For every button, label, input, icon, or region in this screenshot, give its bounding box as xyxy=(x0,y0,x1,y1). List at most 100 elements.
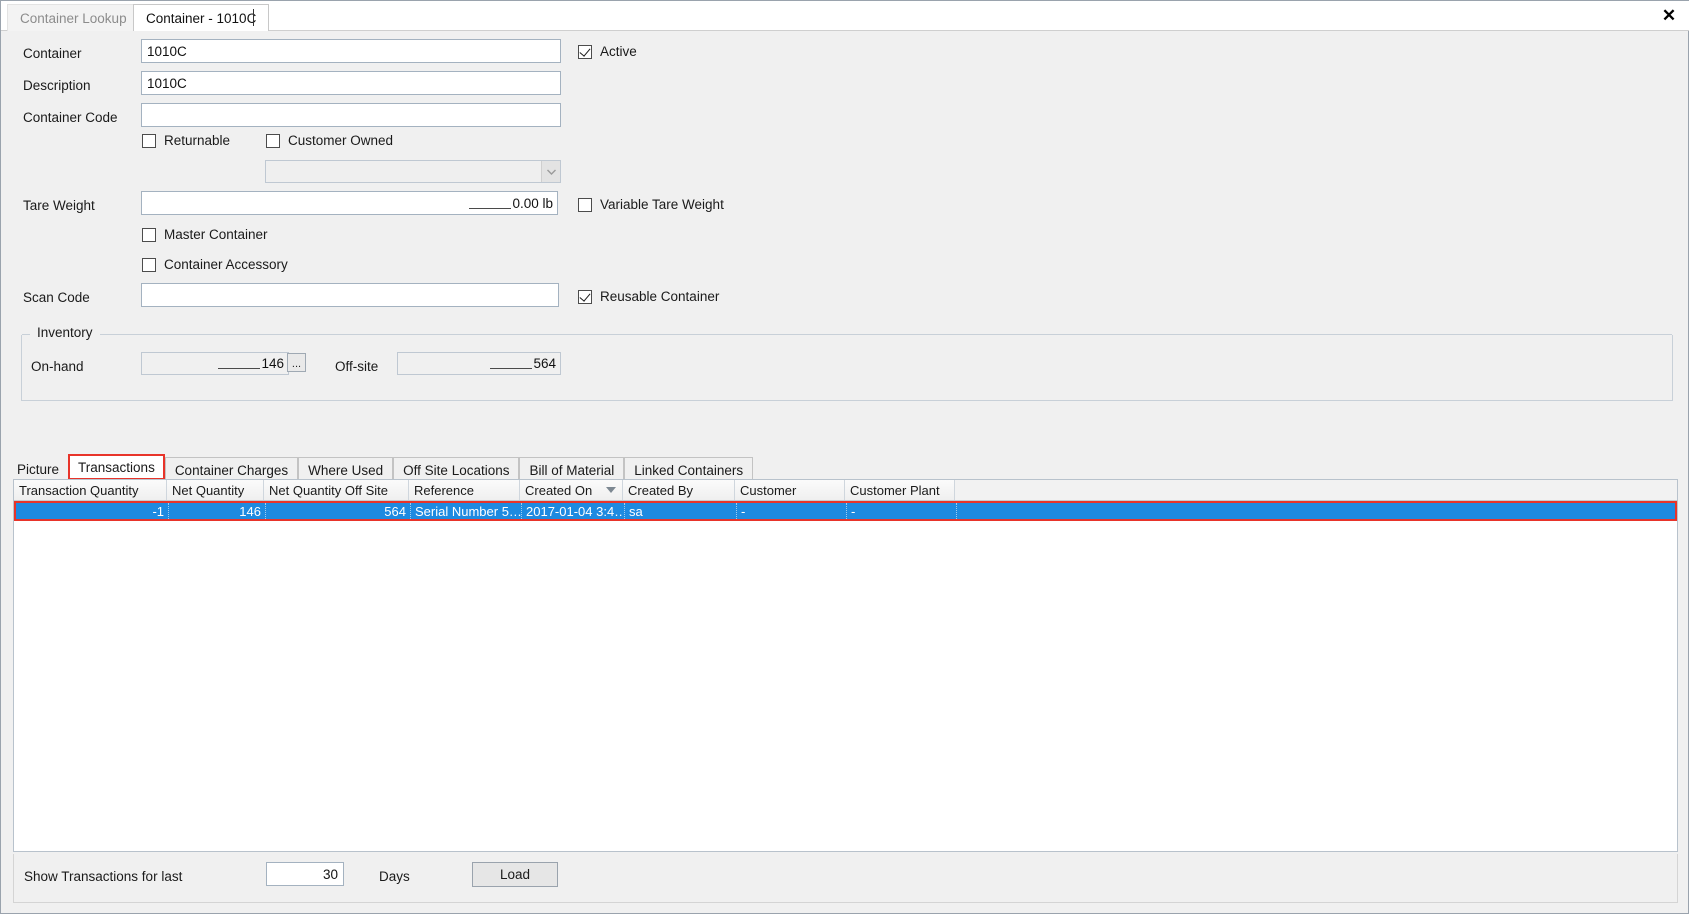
days-label: Days xyxy=(379,869,410,884)
detail-tab-label: Picture xyxy=(17,462,60,477)
grid-header-label: Customer Plant xyxy=(850,482,940,498)
off-site-number: 564 xyxy=(533,356,556,371)
tare-weight-label: Tare Weight xyxy=(23,198,95,213)
reusable-container-checkbox[interactable]: Reusable Container xyxy=(578,289,719,304)
table-cell-created-by: sa xyxy=(625,503,737,519)
container-accessory-checkbox-label: Container Accessory xyxy=(164,257,288,272)
value-underline xyxy=(490,358,533,369)
container-label: Container xyxy=(23,46,82,61)
detail-tab-linked-containers[interactable]: Linked Containers xyxy=(624,457,754,480)
detail-tab-label: Transactions xyxy=(78,459,155,475)
scan-code-input[interactable] xyxy=(141,283,559,307)
returnable-checkbox[interactable]: Returnable xyxy=(142,133,230,148)
show-transactions-label: Show Transactions for last xyxy=(24,869,183,884)
detail-tab-label: Bill of Material xyxy=(529,462,615,478)
value-underline xyxy=(469,198,512,209)
on-hand-browse-button[interactable]: ... xyxy=(287,353,306,372)
detail-tab-where-used[interactable]: Where Used xyxy=(298,457,394,480)
checkbox-box xyxy=(266,133,280,148)
off-site-label: Off-site xyxy=(335,359,379,374)
detail-tab-label: Where Used xyxy=(308,462,384,478)
transactions-grid[interactable]: Transaction Quantity Net Quantity Net Quan… xyxy=(13,479,1678,852)
chevron-down-icon xyxy=(541,161,560,182)
reusable-container-checkbox-label: Reusable Container xyxy=(600,289,720,304)
table-cell-transaction-quantity: -1 xyxy=(16,503,169,519)
detail-tab-bar: Picture Transactions Container Charges Wher… xyxy=(13,454,1678,480)
master-container-checkbox-label: Master Container xyxy=(164,227,268,242)
detail-tab-container-charges[interactable]: Container Charges xyxy=(164,457,299,480)
tare-weight-value: 0.00 lb xyxy=(512,195,553,211)
transactions-footer: Show Transactions for last Days Load xyxy=(13,854,1678,903)
container-code-label: Container Code xyxy=(23,110,118,125)
customer-owner-dropdown[interactable] xyxy=(265,160,561,183)
returnable-checkbox-label: Returnable xyxy=(164,133,231,148)
document-tab-container-1010c[interactable]: Container - 1010C xyxy=(133,4,270,31)
master-container-checkbox[interactable]: Master Container xyxy=(142,227,268,242)
days-input[interactable] xyxy=(266,862,344,886)
customer-owned-checkbox-label: Customer Owned xyxy=(288,133,394,148)
scan-code-label: Scan Code xyxy=(23,290,90,305)
transactions-grid-body: -1 146 564 Serial Number 5… 2017-01-04 3:4… s… xyxy=(14,501,1677,521)
grid-header-created-by[interactable]: Created By xyxy=(623,480,735,500)
customer-owned-checkbox[interactable]: Customer Owned xyxy=(266,133,393,148)
table-cell-net-quantity: 146 xyxy=(169,503,266,519)
detail-tab-transactions[interactable]: Transactions xyxy=(68,454,165,480)
text-caret xyxy=(253,9,254,26)
table-row[interactable]: -1 146 564 Serial Number 5… 2017-01-04 3:4… s… xyxy=(14,501,1677,521)
grid-header-created-on[interactable]: Created On xyxy=(520,480,623,500)
table-cell-net-quantity-off-site: 564 xyxy=(266,503,411,519)
load-button[interactable]: Load xyxy=(472,862,558,887)
sort-descending-icon xyxy=(606,487,616,493)
checkbox-box xyxy=(578,44,592,59)
detail-tab-bill-of-material[interactable]: Bill of Material xyxy=(519,457,625,480)
grid-header-label: Net Quantity Off Site xyxy=(269,482,388,498)
customer-owner-dropdown-value xyxy=(266,161,541,182)
grid-header-net-quantity[interactable]: Net Quantity xyxy=(167,480,264,500)
tare-weight-input[interactable]: 0.00 lb xyxy=(141,191,558,215)
active-checkbox[interactable]: Active xyxy=(578,44,637,59)
grid-header-label: Net Quantity xyxy=(172,482,245,498)
on-hand-value: 146 xyxy=(141,352,289,375)
table-cell-created-on: 2017-01-04 3:4… xyxy=(522,503,625,519)
checkbox-box xyxy=(578,289,592,304)
document-tab-strip: Container Lookup Container - 1010C ✕ xyxy=(1,1,1689,31)
container-maintenance-window: Container Lookup Container - 1010C ✕ Con… xyxy=(0,0,1689,914)
off-site-value: 564 xyxy=(397,352,561,375)
close-icon[interactable]: ✕ xyxy=(1654,3,1684,29)
on-hand-number: 146 xyxy=(261,356,284,371)
container-accessory-checkbox[interactable]: Container Accessory xyxy=(142,257,288,272)
grid-header-transaction-quantity[interactable]: Transaction Quantity xyxy=(14,480,167,500)
value-underline xyxy=(218,358,261,369)
grid-header-reference[interactable]: Reference xyxy=(409,480,520,500)
on-hand-label: On-hand xyxy=(31,359,84,374)
container-code-input[interactable] xyxy=(141,103,561,127)
container-input[interactable] xyxy=(141,39,561,63)
active-checkbox-label: Active xyxy=(600,44,637,59)
grid-header-customer-plant[interactable]: Customer Plant xyxy=(845,480,955,500)
grid-header-label: Created By xyxy=(628,482,694,498)
detail-tab-label: Off Site Locations xyxy=(403,462,510,478)
table-cell-customer: - xyxy=(737,503,847,519)
grid-header-net-quantity-off-site[interactable]: Net Quantity Off Site xyxy=(264,480,409,500)
checkbox-box xyxy=(142,133,156,148)
grid-header-label: Reference xyxy=(414,482,474,498)
checkbox-box xyxy=(142,257,156,272)
detail-tab-label: Container Charges xyxy=(174,462,289,478)
grid-header-label: Transaction Quantity xyxy=(19,482,139,498)
document-tab-label: Container Lookup xyxy=(20,10,127,26)
description-label: Description xyxy=(23,78,91,93)
variable-tare-weight-checkbox[interactable]: Variable Tare Weight xyxy=(578,197,724,212)
container-detail-form: Container Active Description Container C… xyxy=(1,32,1688,442)
detail-tab-label: Linked Containers xyxy=(634,462,744,478)
checkbox-box xyxy=(142,227,156,242)
description-input[interactable] xyxy=(141,71,561,95)
inventory-legend: Inventory xyxy=(32,325,98,340)
document-tab-container-lookup[interactable]: Container Lookup xyxy=(7,4,140,31)
detail-tab-picture[interactable]: Picture xyxy=(13,457,69,480)
detail-tab-off-site-locations[interactable]: Off Site Locations xyxy=(393,457,520,480)
grid-header-label: Created On xyxy=(525,482,593,498)
grid-header-label: Customer xyxy=(740,482,797,498)
grid-header-customer[interactable]: Customer xyxy=(735,480,845,500)
table-cell-customer-plant: - xyxy=(847,503,957,519)
variable-tare-weight-checkbox-label: Variable Tare Weight xyxy=(600,197,724,212)
